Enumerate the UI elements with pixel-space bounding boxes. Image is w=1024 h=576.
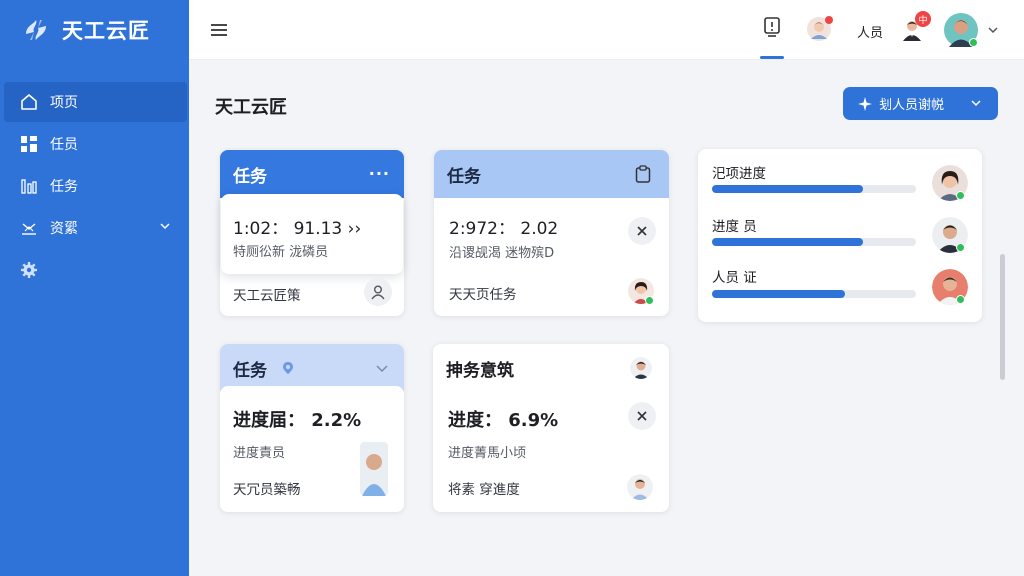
more-icon[interactable]: ··· bbox=[369, 164, 390, 183]
task-card[interactable]: 抻务意筑 进度： 6.9% 进度菁馬小顷 将素 穿進度 bbox=[433, 344, 669, 512]
progress-bar bbox=[712, 185, 916, 193]
brand-logo-icon bbox=[26, 20, 46, 40]
online-indicator bbox=[956, 295, 965, 304]
progress-label: 汜项进度 bbox=[712, 166, 766, 182]
sidebar-nav: 项页 任员 任务 资綤 bbox=[0, 82, 189, 292]
sidebar-item-label: 任员 bbox=[50, 137, 78, 153]
online-indicator bbox=[969, 38, 978, 47]
card-metric: 进度： 6.9% bbox=[448, 410, 559, 431]
clipboard-icon[interactable] bbox=[635, 165, 651, 183]
close-icon[interactable] bbox=[628, 217, 656, 245]
card-title: 任务 bbox=[233, 166, 267, 187]
card-header: 任务 bbox=[220, 344, 404, 392]
online-indicator bbox=[956, 191, 965, 200]
close-icon[interactable] bbox=[628, 402, 656, 430]
card-metric: 2:972： 2.02 bbox=[449, 219, 559, 239]
avatar[interactable] bbox=[627, 474, 653, 500]
card-title: 任务 bbox=[233, 360, 267, 381]
task-card[interactable]: 任务 ··· 1:02： 91.13 ›› 特厕彸新 泷磷员 天工云匠策 bbox=[220, 150, 404, 316]
sidebar-item-home[interactable]: 项页 bbox=[4, 82, 187, 122]
card-subtitle: 特厕彸新 泷磷员 bbox=[233, 245, 329, 260]
page-title: 天工云匠 bbox=[215, 97, 287, 118]
user-icon[interactable] bbox=[364, 278, 392, 306]
chevron-down-icon[interactable] bbox=[987, 24, 999, 36]
task-card[interactable]: 任务 进度届： 2.2% 进度責员 天冗员築畅 bbox=[220, 344, 404, 512]
card-detail-panel: 1:02： 91.13 ›› 特厕彸新 泷磷员 bbox=[221, 194, 403, 274]
card-subtitle: 沿谡觇渴 迷物殡D bbox=[449, 246, 555, 261]
card-subtitle: 进度菁馬小顷 bbox=[448, 446, 527, 461]
notification-dot bbox=[825, 16, 833, 24]
sidebar-item-members[interactable]: 任员 bbox=[4, 124, 187, 164]
card-footer: 天天页任务 bbox=[449, 287, 517, 303]
chevron-down-icon[interactable] bbox=[376, 364, 388, 374]
progress-bar bbox=[712, 238, 916, 246]
brand[interactable]: 天工云匠 bbox=[20, 14, 150, 46]
progress-bar bbox=[712, 290, 916, 298]
sidebar-item-resources[interactable]: 资綤 bbox=[4, 208, 187, 248]
bar-icon bbox=[20, 177, 38, 195]
profile-photo bbox=[360, 442, 388, 496]
card-footer: 天工云匠策 bbox=[233, 288, 301, 304]
card-header: 任务 bbox=[434, 150, 669, 198]
user-label[interactable]: 人员 bbox=[857, 22, 883, 41]
brand-name: 天工云匠 bbox=[62, 19, 150, 43]
hamburger-icon[interactable] bbox=[209, 20, 229, 40]
online-indicator bbox=[956, 243, 965, 252]
home-icon bbox=[20, 93, 38, 111]
sidebar-item-tasks[interactable]: 任务 bbox=[4, 166, 187, 206]
card-footer: 天冗员築畅 bbox=[233, 482, 301, 498]
grid-icon bbox=[20, 135, 38, 153]
progress-card: 汜项进度 进度 员 人员 证 bbox=[698, 149, 982, 322]
active-indicator bbox=[760, 56, 784, 59]
progress-fill bbox=[712, 238, 863, 246]
card-subtitle: 进度責员 bbox=[233, 446, 286, 461]
avatar[interactable] bbox=[630, 357, 652, 379]
card-metric: 进度届： 2.2% bbox=[233, 410, 362, 431]
card-title: 抻务意筑 bbox=[446, 360, 514, 381]
primary-action-label: 刬人员谢帨 bbox=[879, 98, 945, 113]
resource-icon bbox=[20, 219, 38, 237]
card-header: 抻务意筑 bbox=[433, 344, 669, 392]
alert-icon bbox=[764, 17, 780, 37]
chevron-down-icon bbox=[971, 100, 981, 107]
sidebar-item-label: 项页 bbox=[50, 95, 78, 111]
sidebar-item-settings[interactable] bbox=[4, 250, 187, 290]
sidebar: 天工云匠 项页 任员 任务 资綤 bbox=[0, 0, 189, 576]
gear-icon bbox=[20, 261, 38, 279]
progress-label: 人员 证 bbox=[712, 270, 757, 286]
chevron-down-icon bbox=[160, 223, 170, 230]
pin-icon bbox=[283, 362, 293, 374]
card-body: 进度届： 2.2% 进度責员 天冗员築畅 bbox=[220, 386, 404, 512]
sidebar-item-label: 任务 bbox=[50, 179, 78, 195]
sparkle-icon bbox=[857, 96, 873, 112]
online-indicator bbox=[645, 296, 654, 305]
notification-button[interactable] bbox=[761, 16, 783, 44]
progress-fill bbox=[712, 290, 845, 298]
progress-fill bbox=[712, 185, 863, 193]
card-title: 任务 bbox=[447, 166, 481, 187]
card-metric: 1:02： 91.13 ›› bbox=[233, 219, 362, 239]
top-bar: 人员 中 bbox=[189, 0, 1024, 60]
task-card[interactable]: 任务 2:972： 2.02 沿谡觇渴 迷物殡D 天天页任务 bbox=[434, 150, 669, 316]
notification-badge: 中 bbox=[915, 11, 931, 27]
progress-label: 进度 员 bbox=[712, 219, 757, 235]
card-footer: 将素 穿進度 bbox=[448, 482, 520, 498]
card-header: 任务 ··· bbox=[220, 150, 404, 198]
sidebar-item-label: 资綤 bbox=[50, 221, 78, 237]
primary-action-button[interactable]: 刬人员谢帨 bbox=[843, 87, 998, 120]
scrollbar[interactable] bbox=[1000, 254, 1005, 380]
